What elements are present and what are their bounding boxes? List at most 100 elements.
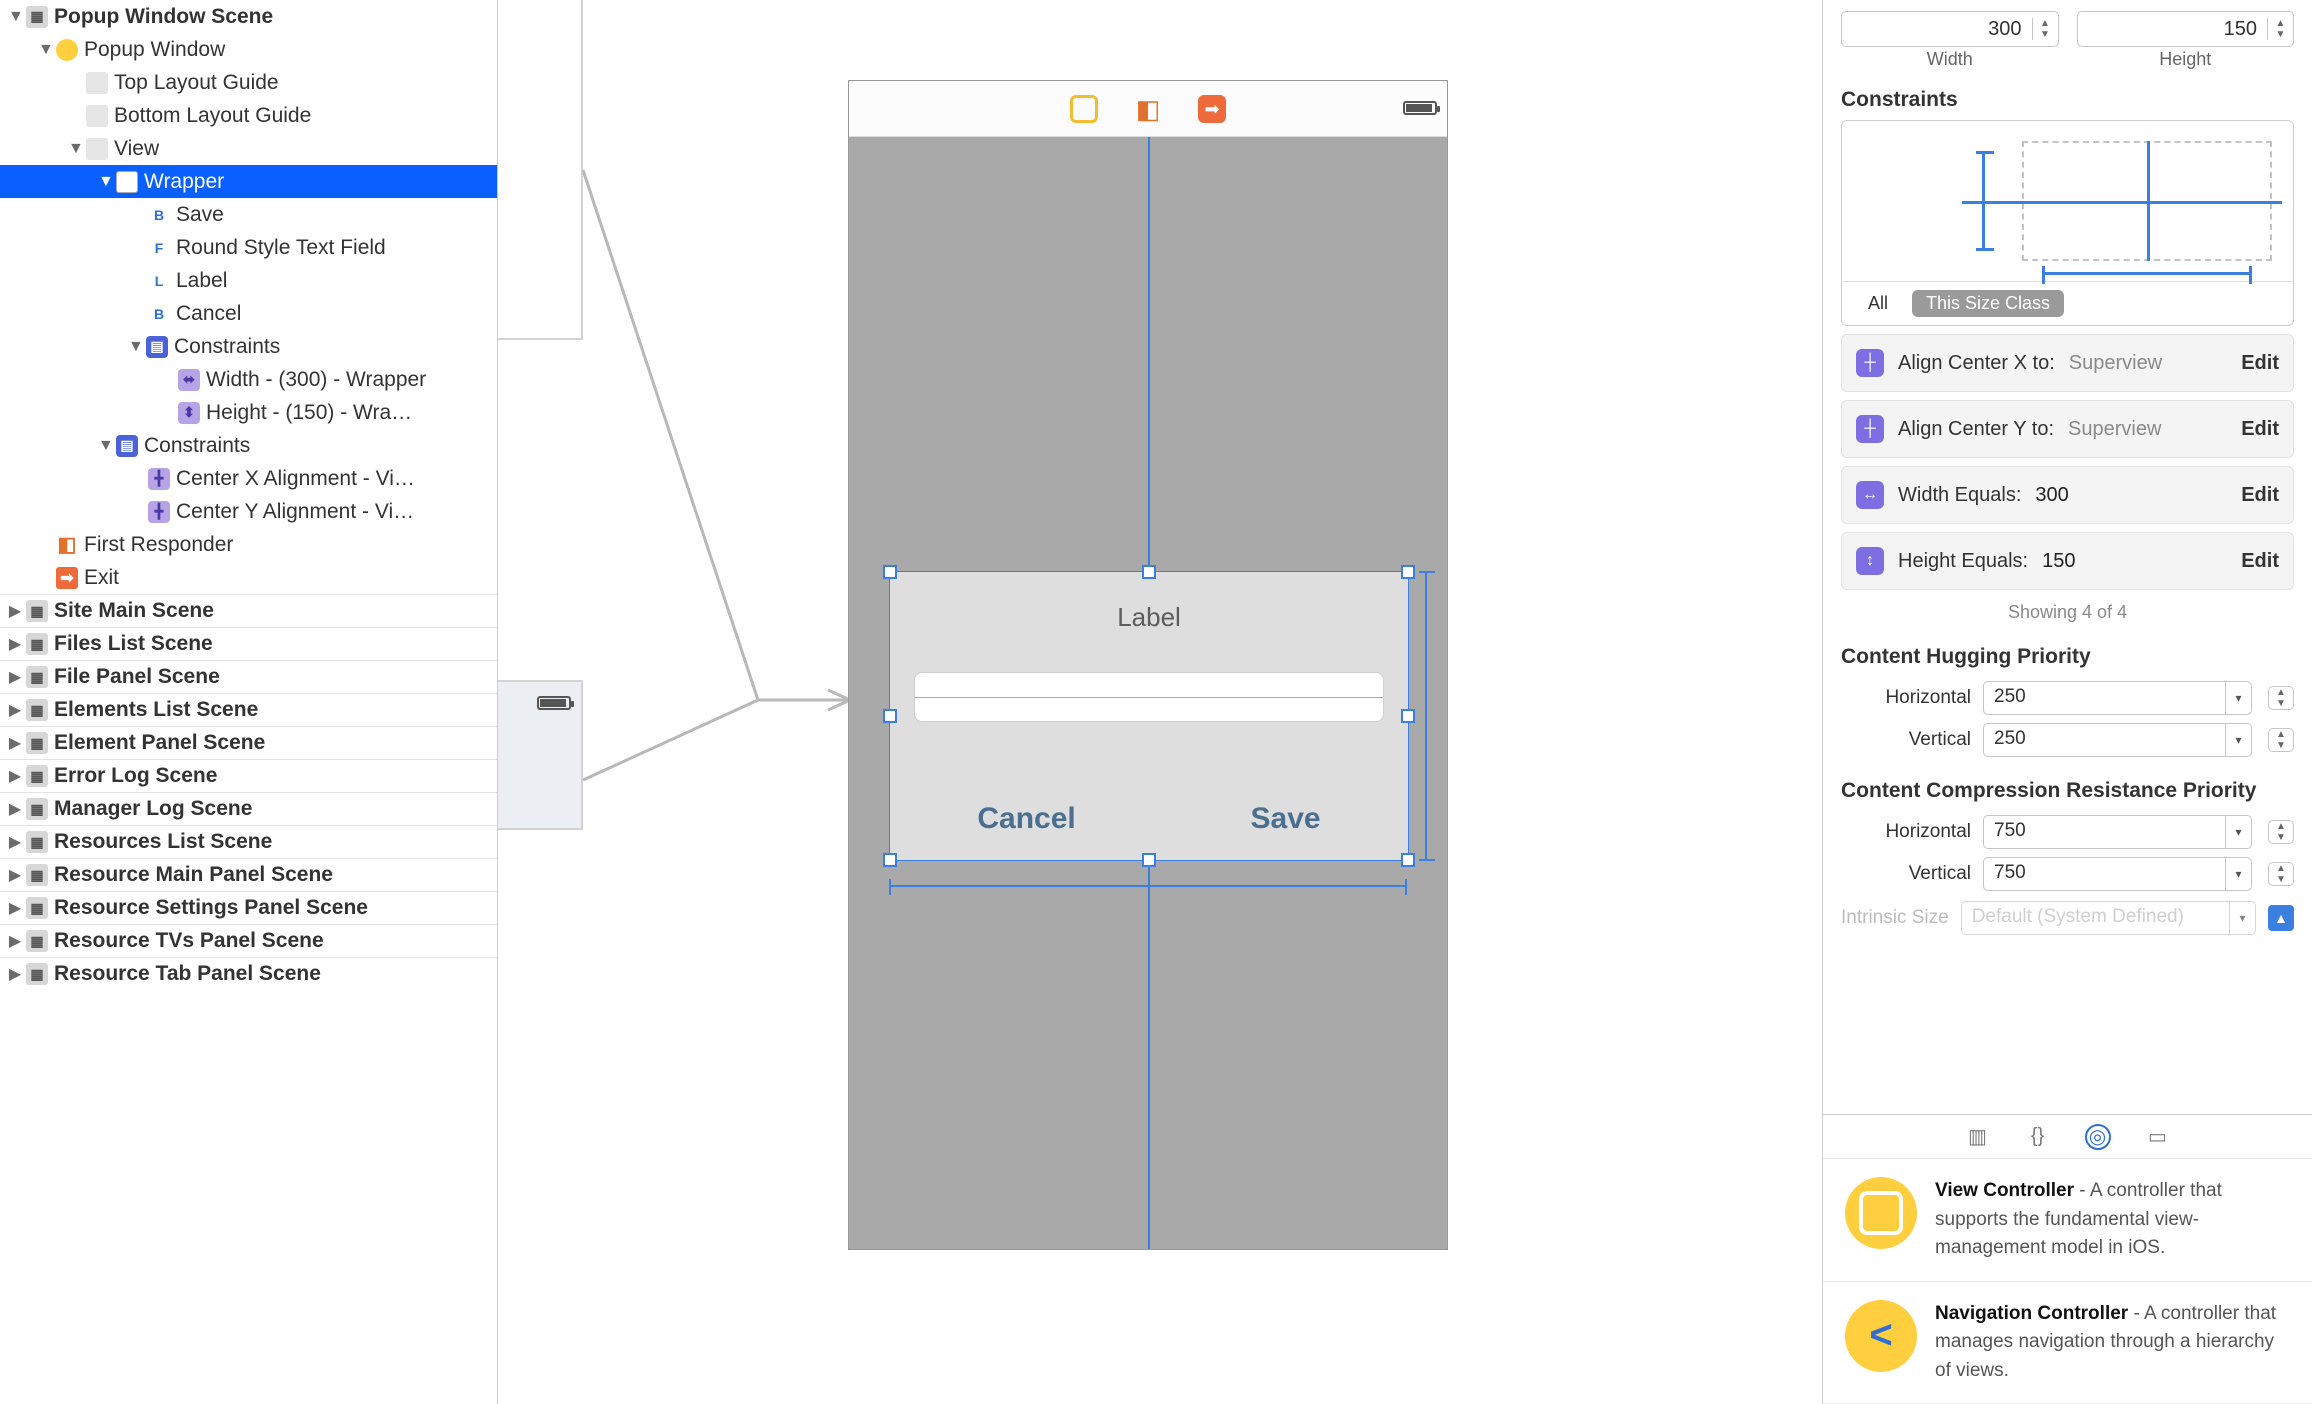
disclosure-triangle-icon[interactable]: ▼: [98, 173, 112, 191]
scene-manager-log-scene[interactable]: ▶▦Manager Log Scene: [0, 792, 497, 825]
constraint-row-center-y[interactable]: ┼ Align Center Y to: Superview Edit: [1841, 400, 2294, 458]
scroll-indicator-icon[interactable]: ▲: [2268, 905, 2294, 931]
resize-handle[interactable]: [883, 565, 897, 579]
combo-value[interactable]: 250: [1984, 724, 2225, 756]
disclosure-triangle-icon[interactable]: ▼: [68, 140, 82, 158]
interface-builder-canvas[interactable]: ◧ ➡ Label Cancel Save: [498, 0, 1822, 1404]
view-controller-icon[interactable]: [1070, 95, 1098, 123]
constraints-filter-this-size-class[interactable]: This Size Class: [1912, 290, 2064, 317]
height-value[interactable]: 150: [2078, 18, 2268, 41]
resize-handle[interactable]: [1142, 853, 1156, 867]
save-button[interactable]: Save: [1251, 802, 1321, 836]
scene-file-panel-scene[interactable]: ▶▦File Panel Scene: [0, 660, 497, 693]
outline-vc-popup-window[interactable]: ▼ Popup Window: [0, 33, 497, 66]
chevron-down-icon[interactable]: ▾: [2225, 858, 2251, 890]
outline-constraints-group-1[interactable]: ▼ ▤ Constraints: [0, 330, 497, 363]
outline-top-layout-guide[interactable]: Top Layout Guide: [0, 66, 497, 99]
disclosure-triangle-icon[interactable]: ▶: [8, 832, 22, 852]
stepper-arrows-icon[interactable]: ▲▼: [2268, 686, 2294, 710]
disclosure-triangle-icon[interactable]: ▼: [8, 8, 22, 26]
disclosure-triangle-icon[interactable]: ▶: [8, 799, 22, 819]
disclosure-triangle-icon[interactable]: ▶: [8, 964, 22, 984]
outline-constraint-height[interactable]: ⬍ Height - (150) - Wra…: [0, 396, 497, 429]
disclosure-triangle-icon[interactable]: ▶: [8, 601, 22, 621]
resize-handle[interactable]: [1401, 709, 1415, 723]
constraint-row-center-x[interactable]: ┼ Align Center X to: Superview Edit: [1841, 334, 2294, 392]
disclosure-triangle-icon[interactable]: ▶: [8, 667, 22, 687]
constraint-row-height[interactable]: ↕ Height Equals: 150 Edit: [1841, 532, 2294, 590]
scene-resources-list-scene[interactable]: ▶▦Resources List Scene: [0, 825, 497, 858]
library-item-navigation-controller[interactable]: < Navigation Controller - A controller t…: [1823, 1282, 2312, 1404]
resize-handle[interactable]: [1401, 565, 1415, 579]
outline-constraint-width[interactable]: ⬌ Width - (300) - Wrapper: [0, 363, 497, 396]
disclosure-triangle-icon[interactable]: ▶: [8, 700, 22, 720]
disclosure-triangle-icon[interactable]: ▶: [8, 634, 22, 654]
cancel-button[interactable]: Cancel: [977, 802, 1075, 836]
resize-handle[interactable]: [1401, 853, 1415, 867]
document-outline[interactable]: ▼ ▦ Popup Window Scene ▼ Popup Window To…: [0, 0, 498, 1404]
popup-textfield[interactable]: [914, 672, 1384, 722]
height-constraint-indicator[interactable]: [1425, 571, 1427, 861]
combo-value[interactable]: 750: [1984, 816, 2225, 848]
outline-constraints-group-2[interactable]: ▼ ▤ Constraints: [0, 429, 497, 462]
disclosure-triangle-icon[interactable]: ▶: [8, 931, 22, 951]
edit-button[interactable]: Edit: [2241, 484, 2279, 507]
constraint-row-width[interactable]: ↔ Width Equals: 300 Edit: [1841, 466, 2294, 524]
combo-value[interactable]: 250: [1984, 682, 2225, 714]
scene-error-log-scene[interactable]: ▶▦Error Log Scene: [0, 759, 497, 792]
media-library-icon[interactable]: ▭: [2145, 1124, 2171, 1150]
disclosure-triangle-icon[interactable]: ▼: [98, 437, 112, 455]
constraints-preview[interactable]: All This Size Class: [1841, 120, 2294, 326]
disclosure-triangle-icon[interactable]: ▶: [8, 865, 22, 885]
constraints-filter-all[interactable]: All: [1854, 290, 1902, 317]
disclosure-triangle-icon[interactable]: ▶: [8, 898, 22, 918]
outline-view[interactable]: ▼ View: [0, 132, 497, 165]
outline-constraint-center-x[interactable]: ╋ Center X Alignment - Vi…: [0, 462, 497, 495]
disclosure-triangle-icon[interactable]: ▼: [38, 41, 52, 59]
ccrp-vertical-combo[interactable]: 750▾: [1983, 857, 2252, 891]
disclosure-triangle-icon[interactable]: ▼: [128, 338, 142, 356]
simulated-device[interactable]: ◧ ➡ Label Cancel Save: [848, 80, 1448, 1250]
intrinsic-size-combo[interactable]: Default (System Defined)▾: [1961, 901, 2256, 935]
library-item-view-controller[interactable]: View Controller - A controller that supp…: [1823, 1159, 2312, 1282]
code-snippet-library-icon[interactable]: {}: [2025, 1124, 2051, 1150]
outline-save-button[interactable]: B Save: [0, 198, 497, 231]
stepper-arrows-icon[interactable]: ▲▼: [2032, 18, 2058, 40]
scene-title-bar[interactable]: ◧ ➡: [849, 81, 1447, 137]
scene-popup-window[interactable]: ▼ ▦ Popup Window Scene: [0, 0, 497, 33]
first-responder-icon[interactable]: ◧: [1134, 95, 1162, 123]
edit-button[interactable]: Edit: [2241, 352, 2279, 375]
width-constraint-indicator[interactable]: [889, 885, 1407, 887]
edit-button[interactable]: Edit: [2241, 418, 2279, 441]
scene-element-panel-scene[interactable]: ▶▦Element Panel Scene: [0, 726, 497, 759]
chevron-down-icon[interactable]: ▾: [2225, 682, 2251, 714]
outline-exit[interactable]: ➡ Exit: [0, 561, 497, 594]
outline-bottom-layout-guide[interactable]: Bottom Layout Guide: [0, 99, 497, 132]
scene-resource-tab-panel-scene[interactable]: ▶▦Resource Tab Panel Scene: [0, 957, 497, 990]
outline-label[interactable]: L Label: [0, 264, 497, 297]
library-tabs[interactable]: ▥ {} ◎ ▭: [1823, 1114, 2312, 1158]
scene-files-list-scene[interactable]: ▶▦Files List Scene: [0, 627, 497, 660]
scene-resource-tvs-panel-scene[interactable]: ▶▦Resource TVs Panel Scene: [0, 924, 497, 957]
object-library[interactable]: View Controller - A controller that supp…: [1823, 1158, 2312, 1404]
stepper-arrows-icon[interactable]: ▲▼: [2268, 728, 2294, 752]
scene-resource-main-panel-scene[interactable]: ▶▦Resource Main Panel Scene: [0, 858, 497, 891]
height-stepper[interactable]: 150 ▲▼: [2077, 11, 2295, 47]
chevron-down-icon[interactable]: ▾: [2225, 816, 2251, 848]
file-template-library-icon[interactable]: ▥: [1965, 1124, 1991, 1150]
combo-value[interactable]: 750: [1984, 858, 2225, 890]
object-library-icon[interactable]: ◎: [2085, 1124, 2111, 1150]
ccrp-horizontal-combo[interactable]: 750▾: [1983, 815, 2252, 849]
outline-cancel-button[interactable]: B Cancel: [0, 297, 497, 330]
outline-first-responder[interactable]: ◧ First Responder: [0, 528, 497, 561]
scene-site-main-scene[interactable]: ▶▦Site Main Scene: [0, 594, 497, 627]
outline-wrapper-selected[interactable]: ▼ Wrapper: [0, 165, 497, 198]
stepper-arrows-icon[interactable]: ▲▼: [2268, 862, 2294, 886]
scene-elements-list-scene[interactable]: ▶▦Elements List Scene: [0, 693, 497, 726]
outline-constraint-center-y[interactable]: ╋ Center Y Alignment - Vi…: [0, 495, 497, 528]
chp-horizontal-combo[interactable]: 250▾: [1983, 681, 2252, 715]
disclosure-triangle-icon[interactable]: ▶: [8, 733, 22, 753]
scene-resource-settings-panel-scene[interactable]: ▶▦Resource Settings Panel Scene: [0, 891, 497, 924]
exit-icon[interactable]: ➡: [1198, 95, 1226, 123]
width-stepper[interactable]: 300 ▲▼: [1841, 11, 2059, 47]
